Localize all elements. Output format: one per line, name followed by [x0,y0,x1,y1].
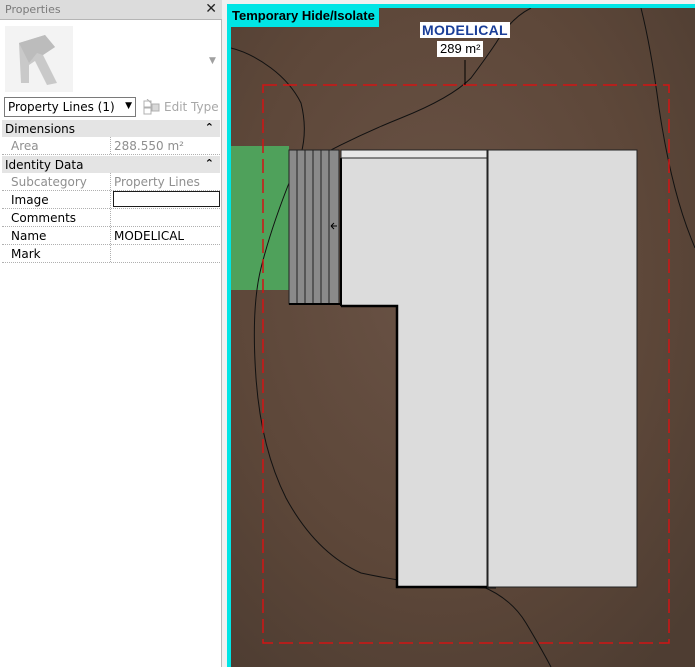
property-name: Name [11,229,47,243]
property-line-name-tag[interactable]: MODELICAL [420,22,510,38]
chevron-down-icon[interactable]: ▼ [125,101,132,111]
column-divider [110,227,111,244]
property-line-area-tag[interactable]: 289 m² [437,41,484,57]
group-label: Dimensions [5,122,76,136]
property-name: Area [11,139,39,153]
element-type-selector[interactable]: Property Lines (1) ▼ [4,97,136,117]
group-header-dimensions[interactable]: Dimensions ⌃ [2,120,220,137]
column-divider [110,245,111,262]
column-divider [110,137,111,154]
property-row-image[interactable]: Image [2,191,220,209]
property-name: Image [11,193,49,207]
property-line-type-icon [19,35,57,85]
name-field[interactable]: MODELICAL [114,229,184,243]
property-row-comments[interactable]: Comments [2,209,220,227]
properties-title: Properties [5,3,61,16]
group-header-identity-data[interactable]: Identity Data ⌃ [2,156,220,173]
building-roof-east[interactable] [487,149,638,588]
property-value: 288.550 m² [114,139,184,153]
building-roof-strip [340,149,488,159]
properties-titlebar[interactable]: Properties ✕ [0,0,222,20]
property-name: Subcategory [11,175,87,189]
properties-palette: Properties ✕ ▼ Property Lines (1) ▼ Edit… [0,0,222,667]
type-preview-image[interactable] [5,26,73,92]
lawn-area[interactable] [231,146,289,290]
close-icon[interactable]: ✕ [205,1,217,17]
property-name: Mark [11,247,41,261]
edit-type-label: Edit Type [164,100,219,114]
property-row-area: Area 288.550 m² [2,137,220,155]
column-divider [110,173,111,190]
collapse-icon[interactable]: ⌃ [205,121,214,134]
property-value: Property Lines [114,175,200,189]
edit-type-icon [143,99,160,115]
selector-value: Property Lines (1) [8,100,115,114]
image-field[interactable] [113,191,220,207]
group-label: Identity Data [5,158,84,172]
property-row-mark[interactable]: Mark [2,245,220,263]
site-plan-view[interactable]: Temporary Hide/Isolate MODELICAL 289 m² [227,4,695,667]
property-row-subcategory: Subcategory Property Lines [2,173,220,191]
type-dropdown-arrow-icon[interactable]: ▼ [209,56,216,66]
property-row-name[interactable]: Name MODELICAL [2,227,220,245]
column-divider [110,191,111,208]
drawing-canvas[interactable] [231,8,695,667]
temporary-hide-isolate-banner: Temporary Hide/Isolate [228,5,379,27]
column-divider [110,209,111,226]
property-name: Comments [11,211,77,225]
collapse-icon[interactable]: ⌃ [205,157,214,170]
